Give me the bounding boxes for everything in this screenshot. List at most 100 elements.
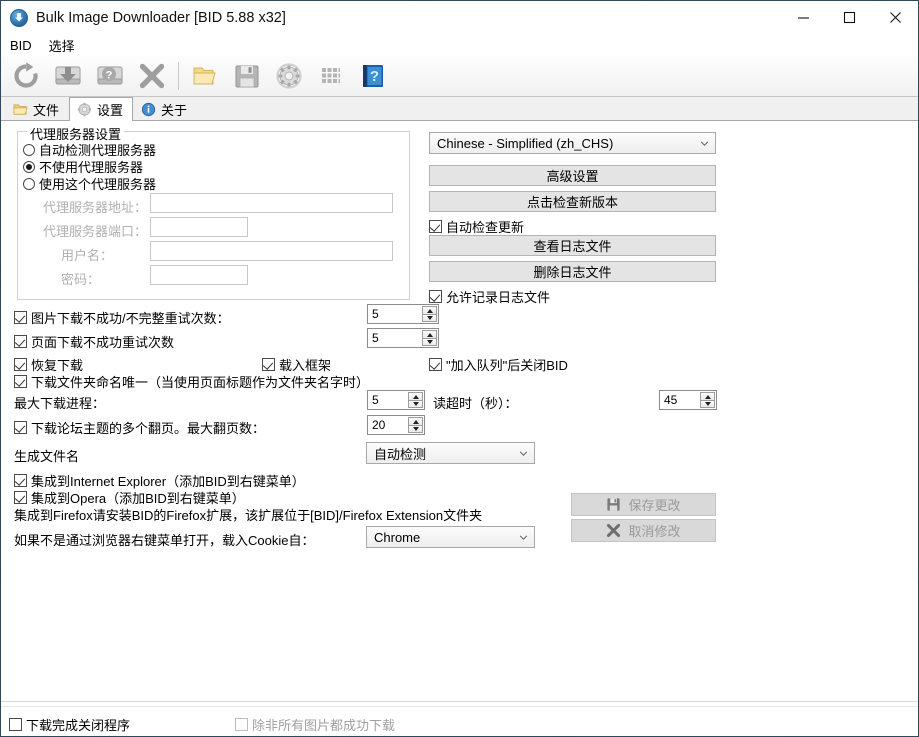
forum-pages-checkbox[interactable]: 下载论坛主题的多个翻页。最大翻页数： (14, 418, 265, 437)
svg-text:?: ? (370, 68, 379, 85)
proxy-username-label: 用户名： (61, 245, 113, 264)
allow-log-checkbox[interactable]: 允许记录日志文件 (429, 287, 550, 306)
language-combo[interactable]: Chinese - Simplified (zh_CHS) (429, 132, 716, 154)
spinner-up-icon[interactable] (700, 392, 715, 400)
spinner-down-icon[interactable] (700, 400, 715, 408)
radio-indicator (23, 161, 35, 173)
menu-item-bid[interactable]: BID (10, 37, 41, 54)
tab-label: 关于 (161, 100, 187, 119)
max-threads-label: 最大下载进程： (14, 393, 105, 412)
checkbox-indicator (14, 358, 27, 371)
help-book-icon[interactable]: ? (352, 57, 394, 95)
cookie-source-label: 如果不是通过浏览器右键菜单打开，载入Cookie自： (14, 530, 314, 549)
window-title: Bulk Image Downloader [BID 5.88 x32] (36, 10, 286, 26)
tab-settings[interactable]: 设置 (69, 97, 133, 121)
spinner-up-icon[interactable] (408, 392, 423, 400)
menu-item-select[interactable]: 选择 (49, 35, 84, 56)
tab-files[interactable]: 文件 (5, 97, 69, 120)
checkbox-indicator (235, 718, 248, 731)
unique-folder-name-checkbox[interactable]: 下载文件夹命名唯一（当使用页面标题作为文件夹名字时） (14, 372, 369, 391)
checkbox-label: 下载完成关闭程序 (26, 715, 130, 734)
spinner-arrows[interactable] (422, 306, 437, 322)
folder-icon[interactable] (184, 57, 226, 95)
spinner-down-icon[interactable] (408, 425, 423, 433)
save-changes-button[interactable]: 保存更改 (571, 493, 716, 516)
spinner-down-icon[interactable] (408, 400, 423, 408)
checkbox-indicator (262, 358, 275, 371)
max-threads-spinner[interactable]: 5 (367, 390, 425, 410)
grid-icon[interactable] (310, 57, 352, 95)
checkbox-label: 下载文件夹命名唯一（当使用页面标题作为文件夹名字时） (31, 372, 369, 391)
close-icon[interactable] (872, 1, 918, 34)
cancel-x-icon (606, 523, 621, 538)
button-label: 删除日志文件 (533, 262, 611, 281)
firefox-integration-note: 集成到Firefox请安装BID的Firefox扩展，该扩展位于[BID]/Fi… (14, 505, 482, 524)
button-label: 查看日志文件 (533, 236, 611, 255)
close-on-complete-checkbox[interactable]: 下载完成关闭程序 (9, 715, 130, 734)
checkbox-indicator (14, 474, 27, 487)
tab-label: 文件 (33, 100, 59, 119)
proxy-password-input[interactable] (150, 265, 248, 285)
image-retry-checkbox[interactable]: 图片下载不成功/不完整重试次数： (14, 308, 230, 327)
refresh-icon[interactable] (5, 57, 47, 95)
download-icon[interactable] (47, 57, 89, 95)
radio-use-this-proxy[interactable]: 使用这个代理服务器 (23, 174, 156, 193)
unless-all-success-checkbox[interactable]: 除非所有图片都成功下载 (235, 715, 395, 734)
radio-indicator (23, 144, 35, 156)
delete-log-button[interactable]: 删除日志文件 (429, 261, 716, 282)
proxy-port-input[interactable] (150, 217, 248, 237)
read-timeout-spinner[interactable]: 45 (659, 390, 717, 410)
auto-check-update-checkbox[interactable]: 自动检查更新 (429, 217, 524, 236)
language-value: Chinese - Simplified (zh_CHS) (437, 136, 693, 151)
spinner-arrows[interactable] (408, 392, 423, 408)
minimize-icon[interactable] (780, 1, 826, 34)
spinner-arrows[interactable] (422, 330, 437, 346)
forum-pages-spinner[interactable]: 20 (367, 415, 425, 435)
proxy-username-input[interactable] (150, 241, 393, 261)
spinner-arrows[interactable] (408, 417, 423, 433)
help-download-icon[interactable]: ? (89, 57, 131, 95)
gear-icon[interactable] (268, 57, 310, 95)
svg-text:?: ? (106, 70, 113, 82)
spinner-arrows[interactable] (700, 392, 715, 408)
image-retry-spinner[interactable]: 5 (367, 304, 439, 324)
spinner-up-icon[interactable] (422, 306, 437, 314)
app-window: Bulk Image Downloader [BID 5.88 x32] BID… (0, 0, 919, 737)
checkbox-label: 自动检查更新 (446, 217, 524, 236)
checkbox-indicator (9, 718, 22, 731)
check-update-button[interactable]: 点击检查新版本 (429, 191, 716, 212)
page-retry-spinner[interactable]: 5 (367, 328, 439, 348)
filename-mode-combo[interactable]: 自动检测 (366, 442, 535, 464)
spinner-up-icon[interactable] (408, 417, 423, 425)
proxy-address-input[interactable] (150, 193, 393, 213)
checkbox-label: 允许记录日志文件 (446, 287, 550, 306)
delete-x-icon[interactable] (131, 57, 173, 95)
proxy-password-label: 密码： (61, 269, 100, 288)
view-log-button[interactable]: 查看日志文件 (429, 235, 716, 256)
tab-about[interactable]: 关于 (133, 97, 197, 120)
title-bar: Bulk Image Downloader [BID 5.88 x32] (1, 1, 918, 34)
spinner-up-icon[interactable] (422, 330, 437, 338)
checkbox-indicator (14, 375, 27, 388)
radio-indicator (23, 178, 35, 190)
filename-mode-value: 自动检测 (374, 444, 512, 463)
save-floppy-icon (606, 497, 621, 512)
tab-strip: 文件 设置 关于 (1, 97, 918, 121)
cancel-changes-button[interactable]: 取消修改 (571, 519, 716, 542)
spinner-down-icon[interactable] (422, 338, 437, 346)
page-retry-checkbox[interactable]: 页面下载不成功重试次数 (14, 332, 174, 351)
settings-panel: 代理服务器设置 自动检测代理服务器 不使用代理服务器 使用这个代理服务器 代理服… (1, 121, 918, 701)
status-bar: 下载完成关闭程序 除非所有图片都成功下载 (1, 701, 918, 736)
close-after-queue-checkbox[interactable]: "加入队列"后关闭BID (429, 355, 568, 374)
advanced-settings-button[interactable]: 高级设置 (429, 165, 716, 186)
info-icon (141, 102, 156, 117)
checkbox-label: "加入队列"后关闭BID (446, 355, 568, 374)
maximize-icon[interactable] (826, 1, 872, 34)
read-timeout-label: 读超时（秒）： (433, 393, 518, 412)
spinner-down-icon[interactable] (422, 314, 437, 322)
button-label: 点击检查新版本 (527, 192, 618, 211)
save-floppy-icon[interactable] (226, 57, 268, 95)
checkbox-indicator (429, 220, 442, 233)
cookie-source-combo[interactable]: Chrome (366, 526, 535, 548)
spinner-value: 5 (368, 391, 408, 409)
